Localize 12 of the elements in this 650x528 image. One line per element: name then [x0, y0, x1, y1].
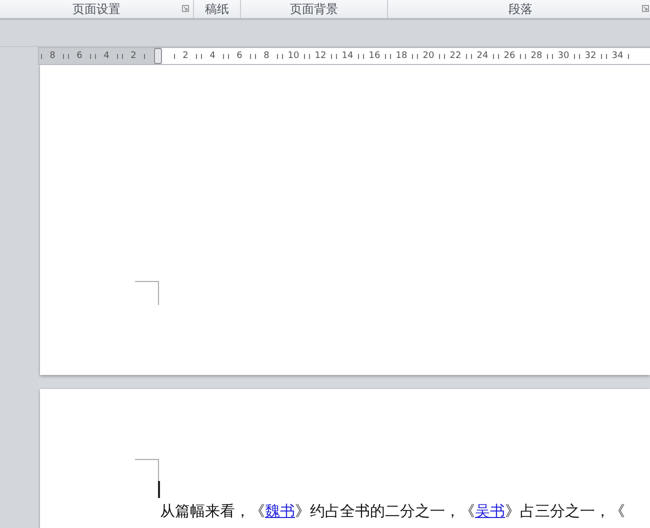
ribbon-group-label: 页面背景	[290, 0, 338, 18]
text-link[interactable]: 魏书	[265, 502, 295, 520]
ribbon-group-label: 页面设置	[72, 0, 120, 18]
margin-corner-mark	[135, 459, 159, 483]
margin-corner-mark	[135, 281, 159, 305]
paragraph-text: 从篇幅来看，《魏书》约占全书的二分之一，《吴书》占三分之一，《	[160, 502, 626, 521]
dialog-launcher-icon[interactable]	[642, 5, 649, 12]
indent-marker[interactable]	[154, 48, 162, 64]
text-link[interactable]: 吴书	[475, 502, 505, 520]
ribbon-group-label: 段落	[508, 0, 532, 18]
dialog-launcher-icon[interactable]	[182, 5, 189, 12]
ribbon-group-label: 稿纸	[205, 0, 229, 18]
